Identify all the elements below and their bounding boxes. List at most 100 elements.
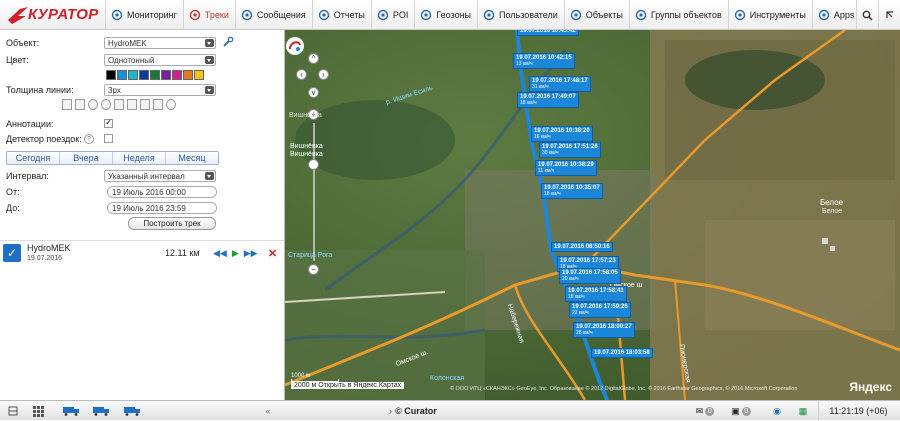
truck-group-icon xyxy=(93,407,109,416)
grid-button[interactable] xyxy=(30,401,46,421)
globe-icon xyxy=(111,9,123,21)
track-point-label[interactable]: 19.07.2016 18:00:27 28 км/ч xyxy=(573,322,635,338)
thickness-select[interactable]: 3px xyxy=(104,84,216,96)
truck-button-2[interactable] xyxy=(92,401,112,421)
nav-item-0[interactable]: Мониторинг xyxy=(105,0,183,30)
color-swatch[interactable] xyxy=(128,70,138,80)
track-point-label[interactable]: 19.07.2016 08:50:16 xyxy=(551,242,613,252)
style-sensor-icon[interactable] xyxy=(166,99,176,110)
sound-button[interactable]: ◉ xyxy=(770,401,784,421)
color-swatch[interactable] xyxy=(161,70,171,80)
nav-item-1[interactable]: Треки xyxy=(182,0,235,30)
track-point-label[interactable]: 19.07.2016 10:38:20 16 км/ч xyxy=(531,126,593,142)
collapse-button[interactable] xyxy=(5,401,21,421)
pan-left-button[interactable]: ‹ xyxy=(296,69,307,80)
color-label: Цвет: xyxy=(6,55,29,65)
track-point-label[interactable]: 19.07.2016 17:59:26 22 км/ч xyxy=(569,302,631,318)
track-point-label[interactable]: 19.07.2016 10:42:15 13 км/ч xyxy=(513,53,575,69)
nav-item-label: Объекты xyxy=(585,10,623,20)
nav-item-6[interactable]: Пользователи xyxy=(477,0,564,30)
detector-checkbox[interactable] xyxy=(104,134,113,143)
color-select[interactable]: Однотонный xyxy=(104,54,216,66)
report-icon xyxy=(318,9,330,21)
truck-button-1[interactable] xyxy=(62,401,82,421)
nav-item-3[interactable]: Отчеты xyxy=(311,0,371,30)
style-clock-icon[interactable] xyxy=(101,99,111,110)
map-label-vishnyovka: Вишнёвка xyxy=(290,143,323,150)
track-point-label[interactable]: 19.07.2016 17:58:05 20 км/ч xyxy=(559,268,621,284)
zoom-slider-handle[interactable] xyxy=(308,159,319,170)
color-swatch[interactable] xyxy=(139,70,149,80)
period-button-3[interactable]: Месяц xyxy=(166,152,218,164)
build-track-button[interactable]: Построить трек xyxy=(128,217,216,230)
to-date-input[interactable]: 19 Июль 2016 23:59 xyxy=(107,202,217,214)
brand-link[interactable]: › © Curator xyxy=(383,401,443,421)
period-button-2[interactable]: Неделя xyxy=(113,152,166,164)
truck-button-3[interactable] xyxy=(123,401,143,421)
nav-item-8[interactable]: Группы объектов xyxy=(628,0,728,30)
style-image-icon[interactable] xyxy=(140,99,150,110)
style-message-icon[interactable] xyxy=(127,99,137,110)
color-swatch[interactable] xyxy=(106,70,116,80)
object-select[interactable]: HydroMEK xyxy=(104,37,216,49)
nav-item-2[interactable]: Сообщения xyxy=(234,0,312,30)
track-point-label[interactable]: 19.07.2016 17:58:41 18 км/ч xyxy=(565,286,627,302)
style-fill-icon[interactable] xyxy=(114,99,124,110)
logo[interactable]: КУРАТОР xyxy=(6,4,102,26)
color-swatch[interactable] xyxy=(194,70,204,80)
truck-icon xyxy=(63,407,79,416)
period-button-0[interactable]: Сегодня xyxy=(7,152,60,164)
track-point-label[interactable]: 19.07.2016 10:38:29 11 км/ч xyxy=(535,160,597,176)
open-in-yandex-link[interactable]: 2000 м Открыть в Яндекс.Картах xyxy=(291,382,405,389)
nav-item-9[interactable]: Инструменты xyxy=(727,0,812,30)
color-swatch[interactable] xyxy=(172,70,182,80)
color-swatch[interactable] xyxy=(117,70,127,80)
track-point-label[interactable]: 19.07.2016 10:35:07 18 км/ч xyxy=(541,183,603,199)
interval-select[interactable]: Указанный интервал xyxy=(104,170,216,182)
track-point-label[interactable]: 19.07.2016 18:03:58 xyxy=(591,348,653,358)
zoom-out-button[interactable]: − xyxy=(308,264,319,275)
track-point-label[interactable]: 19.07.2016 17:49:07 18 км/ч xyxy=(517,92,579,108)
style-markers-icon[interactable] xyxy=(75,99,85,110)
notifications-button[interactable]: ✉ 0 xyxy=(692,401,718,421)
color-swatch[interactable] xyxy=(183,70,193,80)
track-point-label[interactable]: 19.07.2016 10:43:42 xyxy=(517,30,579,36)
map-view[interactable]: ^ ‹ › v + − Вишнёвка Вишнёвка Вишнёвка р… xyxy=(285,30,900,400)
from-date-input[interactable]: 19 Июль 2016 00:00 xyxy=(107,186,217,198)
nav-item-label: Инструменты xyxy=(749,10,806,20)
style-points-icon[interactable] xyxy=(62,99,72,110)
track-point-label[interactable]: 19.07.2016 17:51:26 30 км/ч xyxy=(539,142,601,158)
wrench-icon[interactable] xyxy=(222,36,234,48)
color-swatch[interactable] xyxy=(150,70,160,80)
track-list-item[interactable]: ✓ HydroMEK 19.07.2016 12.11 км ◀◀ ▶ ▶▶ ✕ xyxy=(0,240,284,266)
search-button[interactable] xyxy=(856,0,878,30)
pan-up-button[interactable]: ^ xyxy=(308,53,319,64)
expand-button[interactable] xyxy=(878,0,900,30)
nav-item-5[interactable]: Геозоны xyxy=(414,0,477,30)
nav-item-4[interactable]: POI xyxy=(370,0,415,30)
notification-icon: ✉ xyxy=(695,405,704,416)
scroll-left-button[interactable]: « xyxy=(262,401,274,421)
nav-item-7[interactable]: Объекты xyxy=(563,0,629,30)
style-parking-icon[interactable] xyxy=(153,99,163,110)
play-icon[interactable]: ▶ xyxy=(232,248,239,259)
track-point-label[interactable]: 19.07.2016 17:48:17 31 км/ч xyxy=(529,76,591,92)
open-in-label: Открыть в Яндекс.Картах xyxy=(318,382,402,389)
fast-forward-icon[interactable]: ▶▶ xyxy=(244,248,258,259)
style-speed-icon[interactable] xyxy=(88,99,98,110)
track-icon xyxy=(189,9,201,21)
track-visible-checkbox[interactable]: ✓ xyxy=(3,244,21,262)
pan-right-button[interactable]: › xyxy=(318,69,329,80)
nav-item-label: Apps xyxy=(833,10,855,20)
nav-item-10[interactable]: Apps xyxy=(811,0,861,30)
map-logo-icon[interactable] xyxy=(285,36,305,56)
pan-down-button[interactable]: v xyxy=(308,87,319,98)
period-button-1[interactable]: Вчера xyxy=(60,152,113,164)
track-point-speed: 16 км/ч xyxy=(534,134,551,140)
annotations-checkbox[interactable] xyxy=(104,117,113,128)
rewind-icon[interactable]: ◀◀ xyxy=(213,248,227,259)
messages-button[interactable]: ▣ 0 xyxy=(728,401,754,421)
settings-button[interactable]: ▦ xyxy=(796,401,810,421)
delete-track-icon[interactable]: ✕ xyxy=(268,247,277,260)
help-icon[interactable]: ? xyxy=(84,134,94,144)
